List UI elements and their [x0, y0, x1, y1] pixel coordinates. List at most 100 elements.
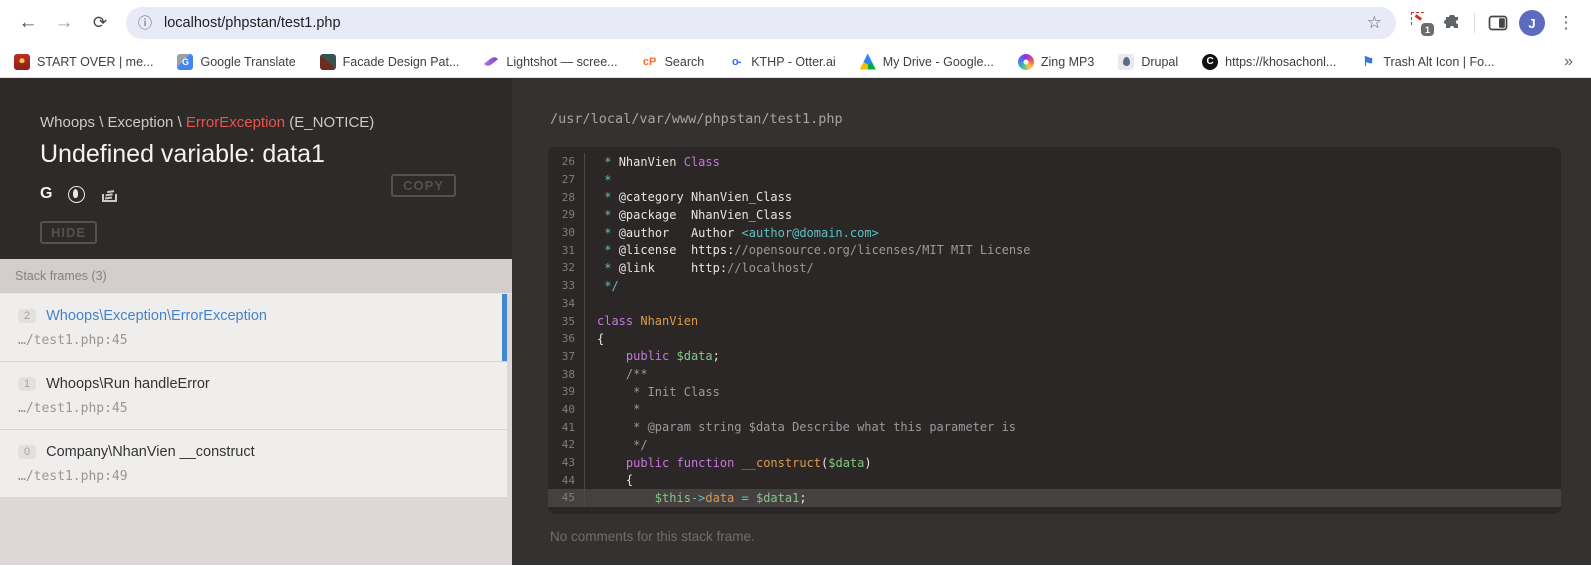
code-block: 26 * NhanVien Class27 *28 * @category Nh… — [548, 147, 1561, 514]
line-number: 33 — [548, 279, 584, 292]
bookmark-item[interactable]: Lightshot — scree... — [483, 54, 617, 69]
bookmarks-bar: START OVER | me... G Google Translate Facad… — [0, 46, 1591, 78]
line-number: 39 — [548, 385, 584, 398]
code-line: 30 * @author Author <author@domain.com> — [548, 224, 1561, 242]
code-line-text: * Init Class — [584, 383, 720, 401]
stack-frames-list: 2 Whoops\Exception\ErrorException …/test1.… — [0, 294, 512, 565]
line-number: 31 — [548, 244, 584, 257]
dark-circle-icon: C — [1202, 54, 1218, 70]
line-number: 43 — [548, 456, 584, 469]
code-line-text: { — [584, 330, 604, 348]
code-line-text: * — [584, 171, 611, 189]
bookmark-item[interactable]: Drupal — [1118, 54, 1178, 70]
line-number: 26 — [548, 155, 584, 168]
bookmark-label: Facade Design Pat... — [343, 55, 460, 69]
line-number: 45 — [548, 491, 584, 504]
bookmark-label: Lightshot — scree... — [506, 55, 617, 69]
code-line: 27 * — [548, 171, 1561, 189]
code-line-text — [584, 295, 597, 313]
exception-header: Whoops \ Exception \ ErrorException (E_N… — [0, 78, 512, 259]
translate-icon: G — [177, 54, 193, 70]
shield-icon — [14, 54, 30, 70]
whoops-page: Whoops \ Exception \ ErrorException (E_N… — [0, 78, 1591, 565]
bookmark-item[interactable]: G Google Translate — [177, 54, 295, 70]
code-line-text: { — [584, 471, 633, 489]
code-line: 31 * @license https://opensource.org/lic… — [548, 241, 1561, 259]
line-number: 30 — [548, 226, 584, 239]
bookmark-star-icon[interactable]: ☆ — [1365, 13, 1384, 33]
capture-extension-button[interactable]: 1 — [1406, 8, 1436, 38]
line-number: 27 — [548, 173, 584, 186]
line-number: 28 — [548, 191, 584, 204]
code-line-text: * @link http://localhost/ — [584, 259, 814, 277]
bookmark-label: KTHP - Otter.ai — [751, 55, 836, 69]
code-line: 26 * NhanVien Class — [548, 153, 1561, 171]
copy-button[interactable]: COPY — [391, 174, 456, 197]
stack-frame[interactable]: 2Whoops\Exception\ErrorException…/test1.… — [0, 294, 507, 362]
line-number: 32 — [548, 261, 584, 274]
exception-namespace: Whoops \ Exception \ — [40, 114, 186, 131]
bookmark-item[interactable]: ⚑Trash Alt Icon | Fo... — [1360, 54, 1494, 70]
frame-file-path: …/test1.php:45 — [18, 401, 489, 416]
extension-badge: 1 — [1421, 23, 1434, 36]
profile-avatar[interactable]: J — [1519, 10, 1545, 36]
whoops-left-panel: Whoops \ Exception \ ErrorException (E_N… — [0, 78, 512, 565]
bookmark-item[interactable]: cPSearch — [642, 54, 705, 70]
back-icon[interactable]: ← — [14, 9, 42, 37]
side-panel-icon[interactable] — [1483, 8, 1513, 38]
code-line-text: class NhanVien — [584, 312, 698, 330]
exception-message: Undefined variable: data1 — [40, 140, 486, 169]
bookmark-item[interactable]: START OVER | me... — [14, 54, 153, 70]
code-line-text: * @category NhanVien_Class — [584, 188, 792, 206]
frame-file-path: …/test1.php:49 — [18, 469, 489, 484]
code-line: 45 $this->data = $data1; — [548, 489, 1561, 507]
stack-frame[interactable]: 0Company\NhanVien __construct…/test1.php… — [0, 430, 507, 498]
bookmark-label: Drupal — [1141, 55, 1178, 69]
code-line-text: */ — [584, 277, 619, 295]
hide-button[interactable]: HIDE — [40, 221, 97, 244]
bookmark-item[interactable]: o- KTHP - Otter.ai — [728, 54, 836, 70]
code-line: 41 * @param string $data Describe what t… — [548, 418, 1561, 436]
url-text[interactable]: localhost/phpstan/test1.php — [164, 15, 1365, 31]
cpanel-icon: cP — [642, 54, 658, 70]
facade-icon — [320, 54, 336, 70]
source-file-path: /usr/local/var/www/phpstan/test1.php — [550, 111, 1591, 127]
extensions-puzzle-icon[interactable] — [1436, 8, 1466, 38]
frame-index-badge: 2 — [18, 309, 36, 323]
code-line: 36{ — [548, 330, 1561, 348]
bookmark-item[interactable]: My Drive - Google... — [860, 54, 994, 70]
duckduckgo-search-icon[interactable] — [68, 186, 85, 203]
frame-index-badge: 1 — [18, 377, 36, 391]
code-line: 35class NhanVien — [548, 312, 1561, 330]
frame-name: Whoops\Exception\ErrorException — [46, 308, 267, 324]
stackoverflow-search-icon[interactable] — [101, 187, 116, 202]
google-search-icon[interactable]: G — [40, 185, 52, 203]
code-line: 42 */ — [548, 436, 1561, 454]
bookmark-item[interactable]: Chttps://khosachonl... — [1202, 54, 1336, 70]
site-info-icon[interactable]: ⓘ — [132, 10, 158, 36]
code-line: 33 */ — [548, 277, 1561, 295]
code-line-text: public function __construct($data) — [584, 454, 872, 472]
bookmark-label: Google Translate — [200, 55, 295, 69]
bookmark-item[interactable]: Facade Design Pat... — [320, 54, 460, 70]
stack-frame[interactable]: 1Whoops\Run handleError…/test1.php:45 — [0, 362, 507, 430]
code-line: 37 public $data; — [548, 348, 1561, 366]
forward-icon[interactable]: → — [50, 9, 78, 37]
code-line-text: * @author Author <author@domain.com> — [584, 224, 879, 242]
code-line: 34 — [548, 295, 1561, 313]
code-line-text: * @param string $data Describe what this… — [584, 418, 1016, 436]
line-number: 37 — [548, 350, 584, 363]
line-number: 35 — [548, 315, 584, 328]
drive-icon — [860, 54, 876, 70]
otter-icon: o- — [728, 54, 744, 70]
code-line-text: * @license https://opensource.org/licens… — [584, 241, 1031, 259]
bookmark-item[interactable]: Zing MP3 — [1018, 54, 1095, 70]
code-line: 43 public function __construct($data) — [548, 454, 1561, 472]
browser-menu-icon[interactable]: ⋮ — [1551, 8, 1581, 38]
code-line: 32 * @link http://localhost/ — [548, 259, 1561, 277]
reload-icon[interactable]: ⟳ — [86, 9, 114, 37]
bookmarks-overflow-chevron-icon[interactable]: » — [1564, 53, 1573, 71]
address-bar[interactable]: ⓘ localhost/phpstan/test1.php ☆ — [126, 7, 1396, 39]
exception-breadcrumb: Whoops \ Exception \ ErrorException (E_N… — [40, 114, 486, 131]
bookmark-label: Trash Alt Icon | Fo... — [1383, 55, 1494, 69]
